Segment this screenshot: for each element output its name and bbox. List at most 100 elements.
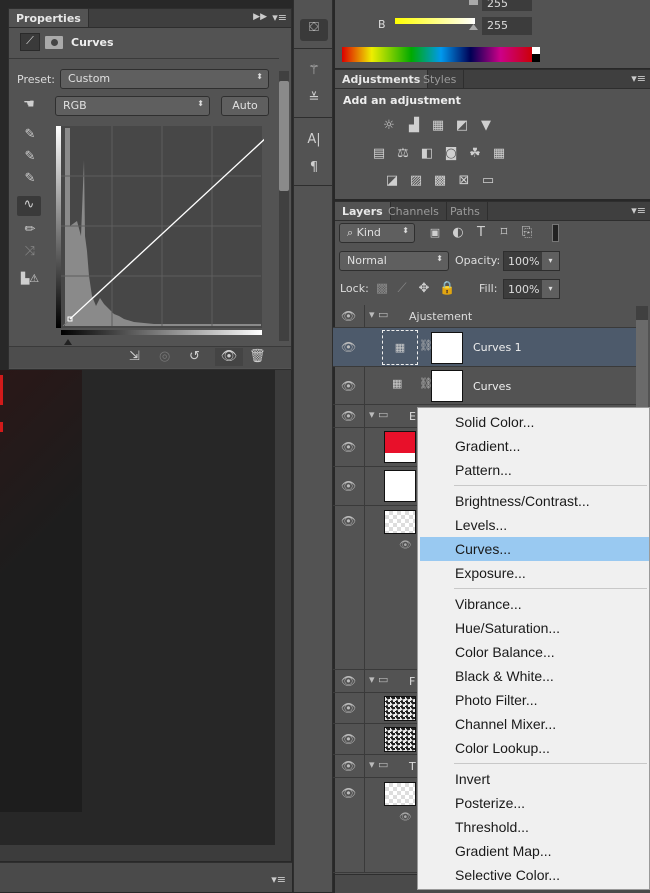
opacity-field[interactable]: 100% ▾ (503, 251, 560, 271)
posterize-icon[interactable]: ▨ (407, 172, 425, 190)
filter-pixel-icon[interactable]: ▣ (427, 224, 443, 242)
menu-item-threshold[interactable]: Threshold... (420, 815, 649, 839)
effects-eye-icon[interactable]: 👁 (399, 812, 412, 823)
visibility-eye-icon[interactable]: 👁 (341, 786, 356, 800)
lock-image-icon[interactable]: ⟋ (395, 280, 409, 298)
menu-item-black-white[interactable]: Black & White... (420, 664, 649, 688)
exposure-icon[interactable]: ◩ (453, 117, 471, 135)
menu-item-selective-color[interactable]: Selective Color... (420, 863, 649, 887)
channel-mixer-icon[interactable]: ☘ (466, 145, 484, 163)
gray-point-eyedropper-icon[interactable]: ✎ (21, 148, 39, 166)
visibility-eye-icon[interactable]: 👁 (341, 732, 356, 746)
menu-item-photo-filter[interactable]: Photo Filter... (420, 688, 649, 712)
tab-channels[interactable]: Channels (381, 202, 447, 220)
filter-type-icon[interactable]: T (473, 224, 489, 242)
clip-to-layer-icon[interactable]: ⇲ (129, 348, 140, 366)
visibility-eye-icon[interactable]: 👁 (341, 701, 356, 715)
view-previous-icon[interactable]: ◎ (159, 348, 170, 366)
b-value-field[interactable]: 255 (482, 17, 532, 35)
canvas-area[interactable] (0, 370, 275, 845)
levels-icon[interactable]: ▟ (404, 117, 424, 135)
black-white-icon[interactable]: ◧ (418, 145, 436, 163)
menu-item-gradient-map[interactable]: Gradient Map... (420, 839, 649, 863)
filter-smart-object-icon[interactable]: ⎘ (519, 224, 535, 242)
color-fill-thumbnail[interactable] (384, 431, 416, 463)
smart-object-thumbnail[interactable] (384, 510, 416, 534)
menu-item-curves[interactable]: Curves... (420, 537, 649, 561)
visibility-eye-icon[interactable]: 👁 (341, 674, 356, 688)
fill-field[interactable]: 100% ▾ (503, 279, 560, 299)
invert-icon[interactable]: ◪ (383, 172, 401, 190)
threshold-icon[interactable]: ▩ (431, 172, 449, 190)
noise-thumbnail[interactable] (384, 696, 416, 721)
character-icon[interactable]: A| (304, 131, 324, 149)
layer-curves-1[interactable]: 👁 ▦ ⛓ Curves 1 (333, 328, 636, 367)
menu-item-color-lookup[interactable]: Color Lookup... (420, 736, 649, 760)
tab-properties[interactable]: Properties (9, 9, 89, 27)
effects-eye-icon[interactable]: 👁 (399, 540, 412, 551)
brush-panel-icon[interactable]: ≚ (304, 90, 324, 108)
menu-item-exposure[interactable]: Exposure... (420, 561, 649, 585)
clipping-warning-icon[interactable]: ▙⚠ (18, 270, 42, 288)
photo-filter-icon[interactable]: ◙ (442, 145, 460, 163)
g-value-field[interactable]: 255 (482, 0, 532, 11)
preset-select[interactable]: Custom ⬍ (60, 69, 269, 89)
menu-item-gradient[interactable]: Gradient... (420, 434, 649, 458)
selective-color-icon[interactable]: ⊠ (455, 172, 473, 190)
b-slider-thumb[interactable] (469, 24, 478, 30)
menu-item-levels[interactable]: Levels... (420, 513, 649, 537)
menu-item-posterize[interactable]: Posterize... (420, 791, 649, 815)
properties-scrollbar[interactable] (279, 71, 289, 341)
layer-curves[interactable]: 👁 ▦ ⛓ Curves (333, 367, 636, 405)
tab-paths[interactable]: Paths (443, 202, 488, 220)
color-balance-icon[interactable]: ⚖ (394, 145, 412, 163)
filter-toggle[interactable] (552, 224, 559, 242)
visibility-eye-icon[interactable]: 👁 (341, 440, 356, 454)
menu-item-pattern[interactable]: Pattern... (420, 458, 649, 482)
on-image-adjust-icon[interactable]: ☚ (18, 96, 40, 114)
reset-icon[interactable]: ↺ (189, 348, 200, 366)
g-slider-thumb[interactable] (469, 0, 478, 5)
vertical-scrollbar[interactable] (275, 370, 291, 845)
filter-adjustment-icon[interactable]: ◐ (450, 224, 466, 242)
paragraph-icon[interactable]: ¶ (304, 159, 324, 177)
visibility-eye-icon[interactable]: 👁 (341, 409, 356, 423)
panel-menu-icon[interactable]: ▾≡ (631, 72, 646, 85)
color-lookup-icon[interactable]: ▦ (490, 145, 508, 163)
brightness-contrast-icon[interactable]: ☼ (380, 117, 398, 135)
color-fill-thumbnail[interactable] (384, 470, 416, 502)
filter-kind-select[interactable]: ⌕ Kind ⬍ (339, 223, 415, 243)
curves-graph[interactable] (54, 126, 264, 346)
filter-shape-icon[interactable]: ⌑ (496, 224, 512, 242)
visibility-eye-icon[interactable]: 👁 (341, 340, 356, 354)
blend-mode-select[interactable]: Normal ⬍ (339, 251, 449, 271)
visibility-eye-icon[interactable]: 👁 (341, 759, 356, 773)
panel-menu-icon[interactable]: ▾≡ (631, 204, 646, 217)
lock-all-icon[interactable]: 🔒 (439, 280, 455, 298)
layer-group-ajustement[interactable]: 👁 ▾ ▭ Ajustement (333, 305, 636, 328)
b-slider[interactable] (395, 18, 475, 24)
menu-item-vibrance[interactable]: Vibrance... (420, 592, 649, 616)
channel-select[interactable]: RGB ⬍ (55, 96, 210, 116)
lock-transparent-icon[interactable]: ▩ (375, 280, 389, 298)
auto-button[interactable]: Auto (221, 96, 269, 116)
3d-panel-icon[interactable]: ⛋ (300, 19, 328, 41)
curves-adjustment-icon[interactable]: ⟋ (20, 33, 40, 51)
gradient-map-icon[interactable]: ▭ (479, 172, 497, 190)
layer-mask-thumbnail[interactable] (431, 370, 463, 402)
noise-thumbnail[interactable] (384, 727, 416, 752)
menu-item-hue-saturation[interactable]: Hue/Saturation... (420, 616, 649, 640)
visibility-icon[interactable]: 👁 (215, 348, 243, 366)
tab-adjustments[interactable]: Adjustments (335, 70, 429, 88)
tab-styles[interactable]: Styles (416, 70, 465, 88)
visibility-eye-icon[interactable]: 👁 (341, 379, 356, 393)
visibility-eye-icon[interactable]: 👁 (341, 479, 356, 493)
color-spectrum[interactable] (342, 47, 540, 62)
black-slider[interactable] (64, 339, 72, 345)
menu-item-invert[interactable]: Invert (420, 767, 649, 791)
panel-menu-icon[interactable]: ▾≡ (272, 11, 287, 24)
menu-item-channel-mixer[interactable]: Channel Mixer... (420, 712, 649, 736)
layer-mask-thumbnail[interactable] (431, 332, 463, 364)
smart-object-thumbnail[interactable] (384, 782, 416, 806)
curve-point-tool-icon[interactable]: ∿ (17, 196, 41, 216)
